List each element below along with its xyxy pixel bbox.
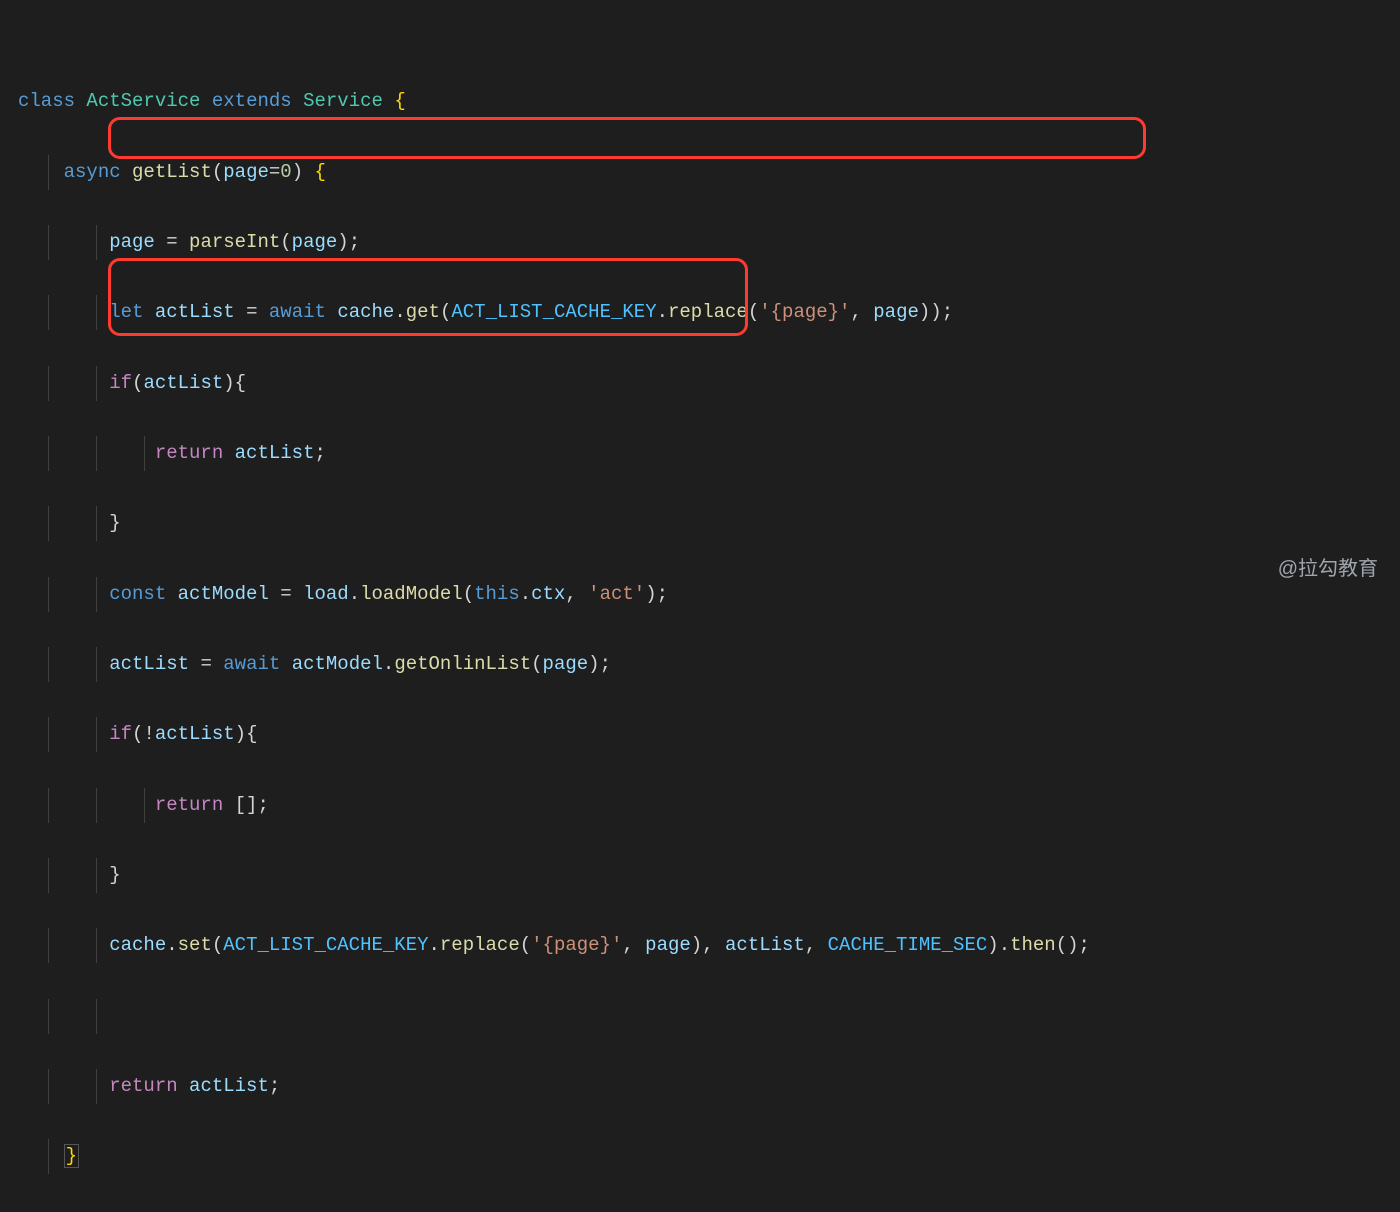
keyword-const: const xyxy=(109,583,166,605)
keyword-if: if xyxy=(109,372,132,394)
keyword-return: return xyxy=(109,1075,177,1097)
constant: ACT_LIST_CACHE_KEY xyxy=(223,934,428,956)
code-line: if(!actList){ xyxy=(18,717,1394,752)
code-line xyxy=(18,999,1394,1034)
var: page xyxy=(109,231,155,253)
code-line: return actList; xyxy=(18,436,1394,471)
var: actModel xyxy=(178,583,269,605)
keyword-extends: extends xyxy=(212,90,292,112)
keyword-await: await xyxy=(223,653,280,675)
brace: } xyxy=(109,864,120,886)
method-name: getList xyxy=(132,161,212,183)
code-line: const actModel = load.loadModel(this.ctx… xyxy=(18,577,1394,612)
keyword-return: return xyxy=(155,442,223,464)
code-line: } xyxy=(18,858,1394,893)
brace: { xyxy=(315,161,326,183)
keyword-await: await xyxy=(269,301,326,323)
watermark: @拉勾教育 xyxy=(1278,551,1378,588)
keyword-return: return xyxy=(155,794,223,816)
constant: ACT_LIST_CACHE_KEY xyxy=(451,301,656,323)
var: actList xyxy=(109,653,189,675)
param: page xyxy=(223,161,269,183)
code-line: if(actList){ xyxy=(18,366,1394,401)
code-line: actList = await actModel.getOnlinList(pa… xyxy=(18,647,1394,682)
code-editor[interactable]: class ActService extends Service { async… xyxy=(0,0,1400,1212)
code-line: return actList; xyxy=(18,1069,1394,1104)
keyword-class: class xyxy=(18,90,75,112)
class-name: ActService xyxy=(86,90,200,112)
var: actList xyxy=(155,301,235,323)
class-name: Service xyxy=(303,90,383,112)
string: 'act' xyxy=(588,583,645,605)
code-line: class ActService extends Service { xyxy=(18,84,1394,119)
code-line: cache.set(ACT_LIST_CACHE_KEY.replace('{p… xyxy=(18,928,1394,963)
brace: { xyxy=(394,90,405,112)
brace: } xyxy=(64,1144,79,1168)
code-line: return []; xyxy=(18,788,1394,823)
keyword-if: if xyxy=(109,723,132,745)
fn-call: parseInt xyxy=(189,231,280,253)
string: '{page}' xyxy=(759,301,850,323)
keyword-async: async xyxy=(64,161,121,183)
number: 0 xyxy=(280,161,291,183)
code-line: } xyxy=(18,1139,1394,1174)
code-line: } xyxy=(18,506,1394,541)
keyword-this: this xyxy=(474,583,520,605)
code-line: async getList(page=0) { xyxy=(18,155,1394,190)
keyword-let: let xyxy=(109,301,143,323)
constant: CACHE_TIME_SEC xyxy=(828,934,988,956)
brace: } xyxy=(109,512,120,534)
code-line: let actList = await cache.get(ACT_LIST_C… xyxy=(18,295,1394,330)
code-line: page = parseInt(page); xyxy=(18,225,1394,260)
